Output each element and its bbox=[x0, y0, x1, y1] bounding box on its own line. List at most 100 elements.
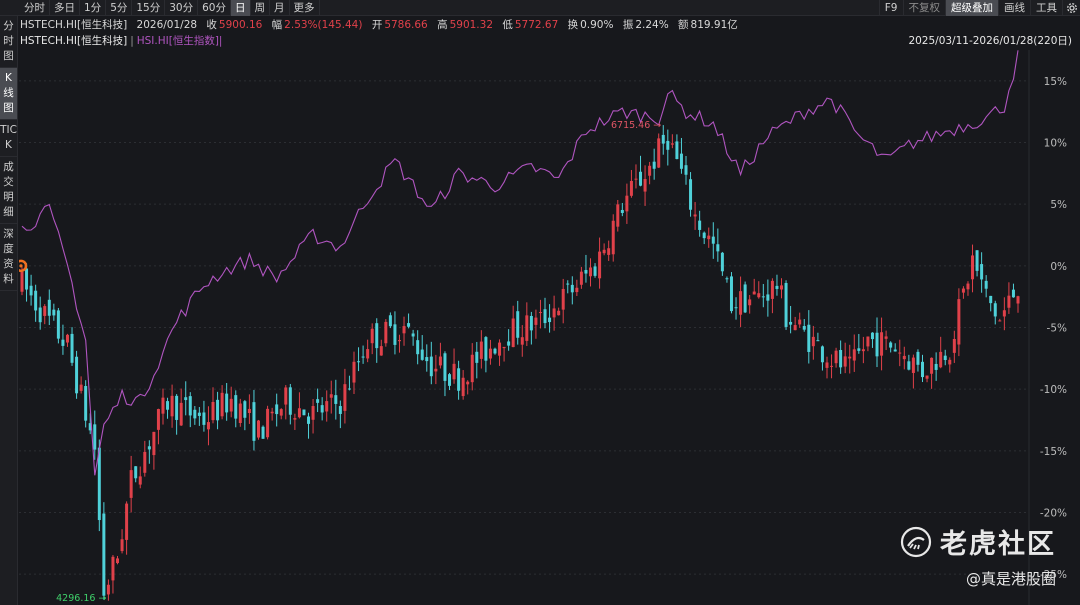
candle-body bbox=[807, 324, 811, 352]
candle-body bbox=[325, 401, 329, 412]
candle-body bbox=[775, 285, 779, 289]
candle-body bbox=[971, 255, 975, 280]
sidebar-tab[interactable]: K线图 bbox=[0, 68, 17, 120]
candle-body bbox=[861, 349, 865, 352]
legend-main-series[interactable]: HSTECH.HI[恒生科技] bbox=[20, 35, 127, 47]
toolbar-button[interactable]: 画线 bbox=[998, 0, 1030, 16]
sidebar-tab[interactable]: 成交明细 bbox=[0, 157, 17, 224]
quote-info-bar: HSTECH.HI[恒生科技] 2026/01/28 收 5900.16 幅 2.5… bbox=[20, 17, 744, 33]
period-tab[interactable]: 15分 bbox=[132, 0, 166, 16]
period-tab[interactable]: 周 bbox=[251, 0, 270, 16]
period-tab[interactable]: 30分 bbox=[165, 0, 199, 16]
candle-body bbox=[548, 317, 552, 323]
candle-body bbox=[825, 362, 829, 368]
y-axis-tick-label: -5% bbox=[1047, 323, 1067, 335]
candle-body bbox=[357, 361, 361, 363]
candle-body bbox=[734, 307, 738, 309]
candle-body bbox=[789, 321, 793, 325]
candle-body bbox=[720, 252, 724, 272]
candle-body bbox=[138, 476, 142, 485]
candle-body bbox=[238, 403, 242, 424]
candle-body bbox=[147, 446, 151, 450]
candle-body bbox=[725, 278, 729, 280]
candle-body bbox=[607, 248, 611, 255]
candle-body bbox=[502, 346, 506, 349]
turnover-value: 0.90% bbox=[580, 19, 614, 31]
candle-body bbox=[520, 337, 524, 345]
legend-overlay-series[interactable]: HSI.HI[恒生指数] bbox=[137, 35, 219, 47]
sidebar-tab[interactable]: 深度资料 bbox=[0, 224, 17, 291]
candle-body bbox=[397, 340, 401, 342]
toolbar-button[interactable]: 超级叠加 bbox=[945, 0, 998, 16]
candle-body bbox=[766, 294, 770, 301]
candle-body bbox=[684, 165, 688, 175]
candle-body bbox=[493, 348, 497, 354]
start-marker-dot bbox=[19, 264, 23, 268]
date-range: 2025/03/11-2026/01/28(220日) bbox=[908, 35, 1072, 47]
candle-body bbox=[857, 348, 861, 351]
candle-body bbox=[852, 349, 856, 361]
period-tab[interactable]: 日 bbox=[231, 0, 251, 16]
toolbar-button[interactable]: 不复权 bbox=[902, 0, 946, 16]
candle-body bbox=[925, 375, 929, 379]
settings-gear-icon[interactable] bbox=[1062, 0, 1080, 16]
period-tab[interactable]: 多日 bbox=[50, 0, 80, 16]
candle-body bbox=[188, 396, 192, 416]
sidebar: 分时图 K线图 TICK 成交明细 深度资料 bbox=[0, 16, 18, 605]
candle-body bbox=[34, 290, 38, 311]
candle-body bbox=[111, 556, 115, 581]
candle-body bbox=[616, 204, 620, 227]
candle-body bbox=[293, 418, 297, 420]
candle-body bbox=[448, 374, 452, 386]
candle-body bbox=[25, 268, 29, 290]
period-tab[interactable]: 更多 bbox=[290, 0, 320, 16]
candle-body bbox=[343, 384, 347, 411]
candle-body bbox=[911, 357, 915, 373]
period-tab[interactable]: 分时 bbox=[20, 0, 50, 16]
period-tab[interactable]: 5分 bbox=[106, 0, 133, 16]
candle-body bbox=[716, 244, 720, 252]
candle-body bbox=[129, 470, 133, 498]
candle-body bbox=[393, 324, 397, 345]
candle-body bbox=[470, 354, 474, 383]
candle-body bbox=[43, 306, 47, 316]
candle-body bbox=[598, 251, 602, 279]
candle-body bbox=[798, 319, 802, 325]
candle-body bbox=[197, 412, 201, 416]
candle-body bbox=[175, 395, 179, 420]
toolbar: 分时 多日 1分 5分 15分 30分 60分日周月更多 F9 不复权 超级叠加 画线 工具 bbox=[0, 0, 1080, 16]
sidebar-tab[interactable]: TICK bbox=[0, 120, 17, 157]
open-label: 开 bbox=[371, 19, 383, 31]
candle-body bbox=[438, 356, 442, 366]
toolbar-button[interactable]: 工具 bbox=[1030, 0, 1062, 16]
candle-body bbox=[452, 363, 456, 380]
candle-body bbox=[61, 339, 65, 346]
candle-body bbox=[579, 271, 583, 285]
candle-body bbox=[534, 317, 538, 325]
candle-body bbox=[143, 451, 147, 473]
change-value: 2.53%(145.44) bbox=[284, 19, 363, 31]
period-tab[interactable]: 月 bbox=[270, 0, 290, 16]
candle-body bbox=[297, 408, 301, 418]
candle-body bbox=[311, 406, 315, 420]
toolbar-right: F9 不复权 超级叠加 画线 工具 bbox=[878, 0, 1080, 16]
toolbar-button[interactable]: F9 bbox=[878, 0, 903, 16]
candle-body bbox=[748, 299, 752, 306]
sidebar-tab[interactable]: 分时图 bbox=[0, 16, 17, 68]
candle-body bbox=[675, 141, 679, 160]
candle-body bbox=[620, 209, 624, 213]
candle-body bbox=[266, 408, 270, 438]
period-tab[interactable]: 1分 bbox=[80, 0, 107, 16]
candle-body bbox=[625, 195, 629, 212]
close-value: 5900.16 bbox=[218, 19, 263, 31]
candle-body bbox=[320, 405, 324, 413]
candle-body bbox=[957, 299, 961, 345]
candle-body bbox=[602, 249, 606, 254]
candle-body bbox=[416, 340, 420, 355]
candle-body bbox=[29, 285, 33, 296]
candle-body bbox=[880, 332, 884, 356]
period-tab[interactable]: 60分 bbox=[198, 0, 231, 16]
candle-body bbox=[884, 336, 888, 339]
candle-body bbox=[588, 267, 592, 277]
candle-body bbox=[934, 363, 938, 370]
